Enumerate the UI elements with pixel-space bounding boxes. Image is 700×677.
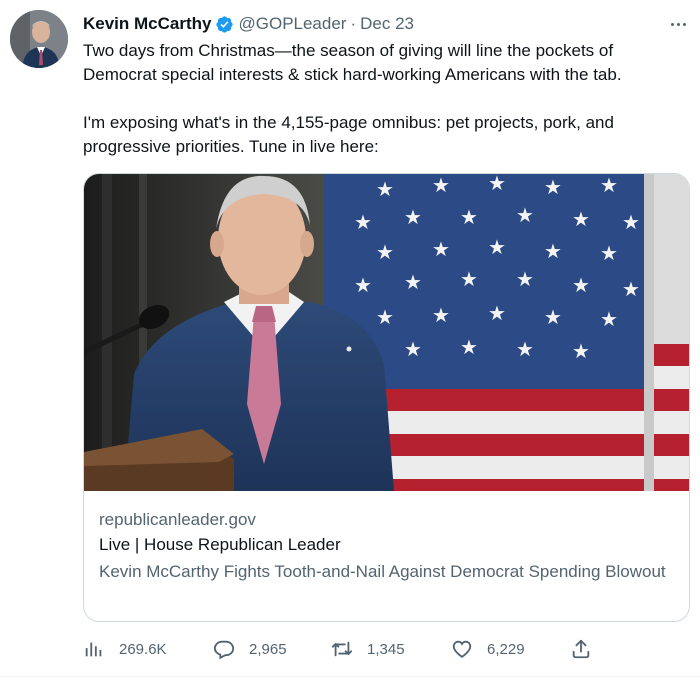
svg-text:★: ★ [376,305,394,329]
svg-text:★: ★ [432,237,450,261]
card-meta: republicanleader.gov Live | House Republ… [99,508,679,584]
tweet-paragraph: I'm exposing what's in the 4,155-page om… [83,113,614,156]
svg-text:★: ★ [544,239,562,263]
heart-icon [451,638,473,660]
svg-text:★: ★ [354,210,372,234]
tweet-actions: 269.6K 2,965 1,345 6,229 [83,634,603,664]
retweet-button[interactable]: 1,345 [331,634,405,664]
tweet-text: Two days from Christmas—the season of gi… [83,39,683,159]
like-button[interactable]: 6,229 [451,634,525,664]
card-title: Live | House Republican Leader [99,535,341,554]
svg-text:★: ★ [460,267,478,291]
share-icon [570,638,592,660]
svg-text:★: ★ [432,303,450,327]
more-options-icon[interactable] [664,13,692,35]
svg-text:★: ★ [572,207,590,231]
svg-text:★: ★ [404,337,422,361]
like-count: 6,229 [487,640,525,658]
retweet-icon [331,638,353,660]
svg-text:★: ★ [516,337,534,361]
svg-text:★: ★ [376,177,394,201]
svg-text:★: ★ [572,273,590,297]
link-card[interactable]: ★ ★ ★ ★ ★ ★ ★ ★ ★ ★ ★ ★ ★ ★ ★ ★ ★ ★ ★ ★ ★ ★ ★ ★ ★ ★ ★ ★ ★ ★ ★ [83,173,690,622]
svg-text:★: ★ [622,277,640,301]
tweet-date[interactable]: Dec 23 [360,14,414,34]
views-button[interactable]: 269.6K [83,634,167,664]
tweet-paragraph: Two days from Christmas—the season of gi… [83,41,622,84]
author-handle[interactable]: @GOPLeader [238,14,346,34]
svg-text:★: ★ [516,203,534,227]
svg-text:★: ★ [544,305,562,329]
svg-text:★: ★ [600,174,618,197]
svg-text:★: ★ [488,174,506,195]
svg-text:★: ★ [354,273,372,297]
avatar[interactable] [10,10,68,68]
svg-text:★: ★ [516,267,534,291]
views-count: 269.6K [119,640,167,658]
svg-text:★: ★ [460,205,478,229]
svg-text:★: ★ [544,175,562,199]
svg-text:★: ★ [622,210,640,234]
svg-text:★: ★ [404,270,422,294]
analytics-icon [83,638,105,660]
author-name[interactable]: Kevin McCarthy [83,14,211,34]
svg-text:★: ★ [460,335,478,359]
header-separator: · [350,14,357,33]
svg-text:★: ★ [376,240,394,264]
reply-icon [213,638,235,660]
svg-text:★: ★ [404,205,422,229]
share-button[interactable] [570,634,592,664]
card-description: Kevin McCarthy Fights Tooth-and-Nail Aga… [99,562,666,581]
reply-count: 2,965 [249,640,287,658]
svg-text:★: ★ [600,241,618,265]
reply-button[interactable]: 2,965 [213,634,287,664]
svg-text:★: ★ [572,339,590,363]
card-domain: republicanleader.gov [99,510,256,529]
svg-text:★: ★ [488,301,506,325]
verified-badge-icon [215,15,234,34]
tweet-header: Kevin McCarthy @GOPLeader · Dec 23 [83,12,414,36]
retweet-count: 1,345 [367,640,405,658]
svg-text:★: ★ [488,235,506,259]
card-image: ★ ★ ★ ★ ★ ★ ★ ★ ★ ★ ★ ★ ★ ★ ★ ★ ★ ★ ★ ★ ★ ★ ★ ★ ★ ★ ★ ★ ★ ★ ★ [84,174,689,491]
tweet[interactable]: Kevin McCarthy @GOPLeader · Dec 23 Two d… [0,0,700,677]
svg-text:★: ★ [432,174,450,197]
svg-text:★: ★ [600,307,618,331]
